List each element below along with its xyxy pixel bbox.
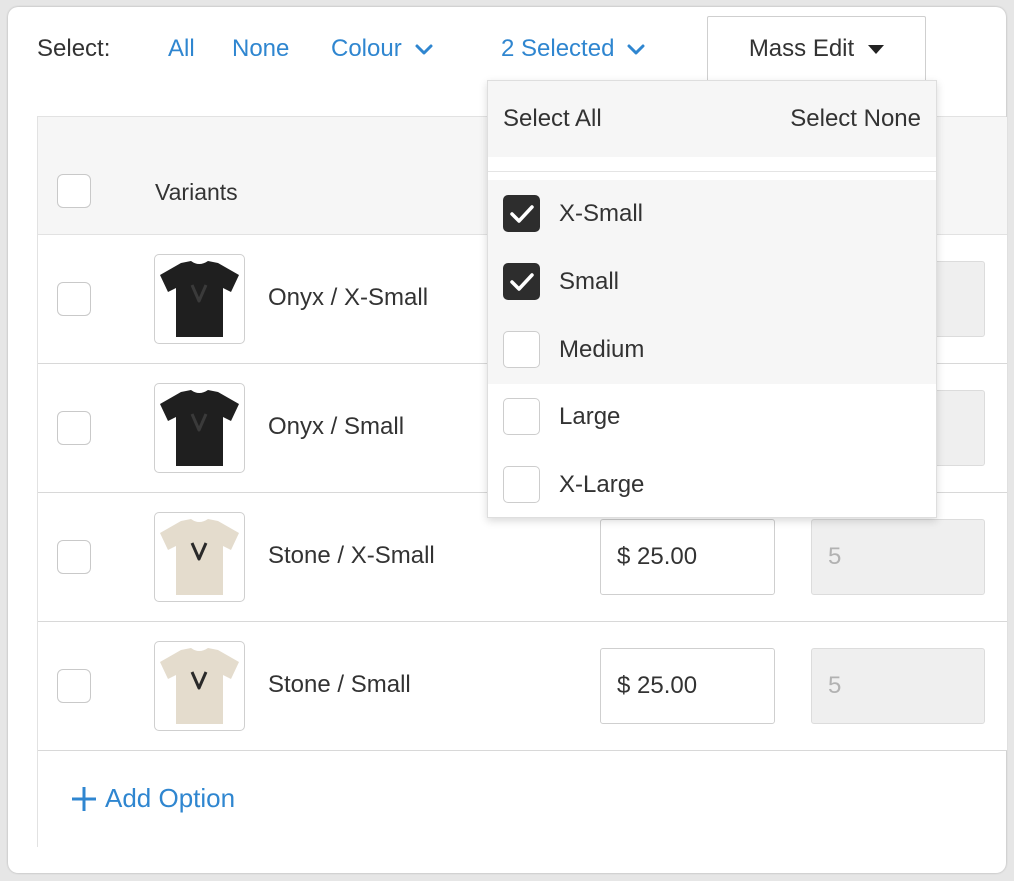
dropdown-option-small[interactable]: Small [488, 248, 936, 316]
variant-thumbnail [154, 512, 245, 602]
variant-name: Stone / X-Small [268, 542, 435, 569]
price-input[interactable] [600, 648, 775, 724]
variant-name: Stone / Small [268, 671, 411, 698]
option-label: Small [559, 268, 620, 295]
option-label: X-Large [559, 471, 645, 498]
variant-thumbnail [154, 383, 245, 473]
checkmark-icon [510, 273, 534, 291]
divider [488, 171, 936, 172]
row-checkbox[interactable] [57, 411, 91, 445]
checkmark-icon [510, 205, 534, 223]
dropdown-option-medium[interactable]: Medium [488, 316, 936, 384]
plus-icon [72, 786, 96, 811]
dropdown-select-none[interactable]: Select None [790, 105, 921, 133]
row-checkbox[interactable] [57, 669, 91, 703]
dropdown-header: Select All Select None [488, 81, 936, 157]
option-checkbox[interactable] [503, 466, 540, 503]
mass-edit-button[interactable]: Mass Edit [707, 16, 926, 82]
tshirt-icon [160, 390, 239, 466]
dropdown-select-all[interactable]: Select All [503, 105, 602, 133]
mass-edit-label: Mass Edit [748, 35, 855, 62]
dropdown-option-x-large[interactable]: X-Large [488, 451, 936, 519]
add-option-button[interactable]: Add Option [71, 783, 235, 814]
variant-thumbnail [154, 254, 245, 344]
quantity-input[interactable] [811, 519, 985, 595]
dropdown-option-x-small[interactable]: X-Small [488, 180, 936, 248]
variant-name: Onyx / Small [268, 413, 405, 440]
option-label: X-Small [559, 200, 644, 227]
option-label: Medium [559, 336, 645, 363]
colour-filter-dropdown[interactable]: Colour [331, 35, 434, 63]
variant-thumbnail [154, 641, 245, 731]
variant-name: Onyx / X-Small [268, 284, 429, 311]
table-row: Stone / Small [38, 622, 1007, 751]
option-checkbox[interactable] [503, 398, 540, 435]
variants-panel: Select: All None Colour 2 Selected Mass … [8, 7, 1007, 873]
variants-column-header: Variants [155, 179, 238, 205]
tshirt-icon [160, 648, 239, 724]
add-option-label: Add Option [105, 783, 236, 813]
row-checkbox[interactable] [57, 540, 91, 574]
select-all-link[interactable]: All [168, 35, 195, 63]
select-none-link[interactable]: None [232, 35, 289, 63]
option-label: Large [559, 403, 621, 430]
row-checkbox[interactable] [57, 282, 91, 316]
chevron-down-icon [627, 44, 645, 55]
chevron-down-icon [415, 44, 433, 55]
tshirt-icon [160, 261, 239, 337]
option-checkbox[interactable] [503, 331, 540, 368]
colour-filter-label: Colour [331, 35, 402, 62]
option-checkbox[interactable] [503, 263, 540, 300]
select-label: Select: [37, 35, 111, 62]
select-all-checkbox[interactable] [57, 174, 91, 208]
size-filter-label: 2 Selected [501, 35, 615, 62]
caret-down-icon [868, 44, 885, 54]
size-selection-dropdown: Select All Select None X-Small Small Med… [487, 80, 937, 518]
price-input[interactable] [600, 519, 775, 595]
dropdown-option-large[interactable]: Large [488, 383, 936, 451]
tshirt-icon [160, 519, 239, 595]
quantity-input[interactable] [811, 648, 985, 724]
size-filter-dropdown[interactable]: 2 Selected [501, 35, 646, 63]
option-checkbox[interactable] [503, 195, 540, 232]
